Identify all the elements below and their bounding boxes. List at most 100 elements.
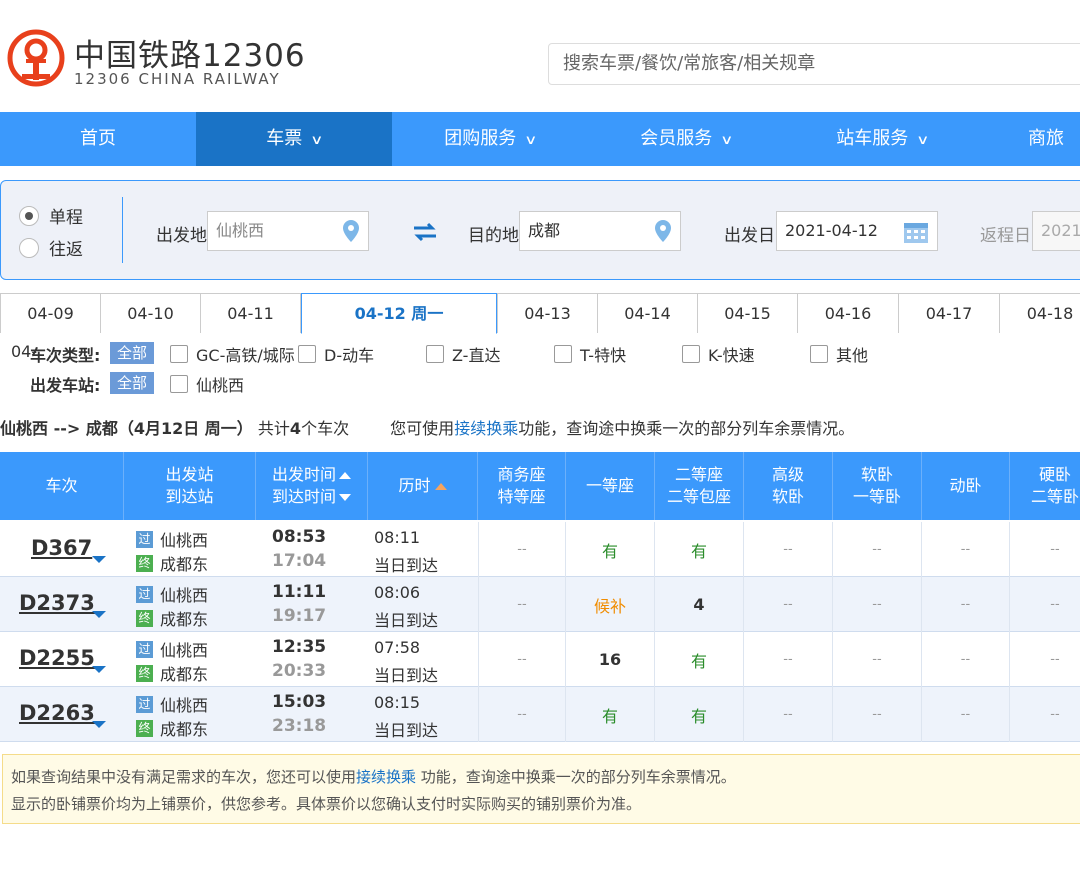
seat-first[interactable]: 有 [602,538,618,562]
seat-hard: -- [1050,597,1060,612]
station-all-chip[interactable]: 全部 [110,372,154,394]
type-checkbox-d[interactable]: D-动车 [298,342,374,366]
date-tab[interactable]: 04-14 [597,293,698,333]
train-number-link[interactable]: D2373 [19,591,95,615]
seat-second[interactable]: 有 [691,703,707,727]
seat-second[interactable]: 有 [691,538,707,562]
seat-hard: -- [1050,707,1060,722]
date-tab[interactable]: 04-09 [0,293,101,333]
station-checkbox[interactable]: 仙桃西 [170,372,244,396]
seat-first[interactable]: 16 [599,650,621,669]
seat-soft: -- [872,652,882,667]
railway-logo-icon[interactable] [6,28,66,88]
seat-hard: -- [1050,652,1060,667]
nav-home[interactable]: 首页 [0,112,196,166]
checkbox-icon [810,345,828,363]
terminal-badge: 终 [136,609,153,627]
to-station: 成都东 [160,665,209,684]
depart-date-value: 2021-04-12 [785,221,878,240]
trip-one-way-radio[interactable]: 单程 [19,203,83,228]
col-duration[interactable]: 历时 [368,452,478,520]
to-station-input[interactable]: 成都 [519,211,681,251]
nav-group-service[interactable]: 团购服务 ∨ [392,112,588,166]
date-tab[interactable]: 04-18 [999,293,1080,333]
table-row: D367 过仙桃西 终成都东 08:53 17:04 08:11 当日到达 --… [0,522,1080,577]
duration: 08:11 [374,528,421,547]
nav-station-service[interactable]: 站车服务 ∨ [784,112,980,166]
col-train: 车次 [0,452,124,520]
chevron-down-icon[interactable] [92,666,106,673]
route-summary: 仙桃西 --> 成都（4月12日 周一） [0,419,253,438]
trip-round-radio[interactable]: 往返 [19,235,83,260]
chevron-down-icon: ∨ [310,133,324,148]
seat-adv-soft: -- [783,542,793,557]
type-checkbox-label: T-特快 [580,346,627,365]
type-checkbox-other[interactable]: 其他 [810,342,868,366]
type-checkbox-z[interactable]: Z-直达 [426,342,500,366]
date-tab[interactable]: 04-17 [898,293,1000,333]
total-prefix: 共计 [257,419,290,438]
seat-first[interactable]: 有 [602,703,618,727]
terminal-badge: 终 [136,664,153,682]
checkbox-icon [554,345,572,363]
date-tab[interactable]: 04-15 [697,293,798,333]
location-pin-icon [655,220,671,242]
seat-business: -- [517,597,527,612]
nav-business-travel[interactable]: 商旅 [980,112,1080,166]
table-row: D2255 过仙桃西 终成都东 12:35 20:33 07:58 当日到达 -… [0,632,1080,687]
chevron-down-icon[interactable] [92,556,106,563]
chevron-down-icon[interactable] [92,721,106,728]
sort-asc-icon[interactable] [339,472,351,479]
date-tab-selected[interactable]: 04-12 周一 [301,293,497,334]
return-date-input[interactable]: 2021- [1032,211,1080,251]
type-checkbox-label: D-动车 [324,346,375,365]
swap-stations-icon[interactable] [412,221,438,243]
nav-tickets-label: 车票 [266,128,303,149]
from-station-input[interactable]: 仙桃西 [207,211,369,251]
checkbox-icon [298,345,316,363]
date-tab[interactable]: 04-11 [200,293,301,333]
type-checkbox-label: GC-高铁/城际 [196,346,295,365]
type-checkbox-t[interactable]: T-特快 [554,342,626,366]
radio-unchecked-icon [19,237,39,258]
train-type-all-chip[interactable]: 全部 [110,342,154,364]
site-search-input[interactable]: 搜索车票/餐饮/常旅客/相关规章 [548,43,1080,85]
col-times[interactable]: 出发时间 到达时间 [256,452,368,520]
depart-date-input[interactable]: 2021-04-12 [776,211,938,251]
train-number-link[interactable]: D2255 [19,646,95,670]
seat-soft: -- [872,707,882,722]
nav-member-service[interactable]: 会员服务 ∨ [588,112,784,166]
seat-moving: -- [960,707,971,722]
date-tab[interactable]: 04-10 [100,293,201,333]
type-checkbox-gc[interactable]: GC-高铁/城际 [170,342,295,366]
type-checkbox-k[interactable]: K-快速 [682,342,755,366]
type-checkbox-label: 其他 [836,346,869,365]
result-summary: 仙桃西 --> 成都（4月12日 周一） 共计4个车次 您可使用接续换乘功能，查… [0,415,854,439]
seat-business: -- [517,707,527,722]
chevron-down-icon: ∨ [916,133,930,148]
seat-first[interactable]: 候补 [594,593,626,617]
brand-subtitle: 12306 CHINA RAILWAY [74,70,281,88]
arrive-note: 当日到达 [374,556,439,575]
checkbox-icon [682,345,700,363]
duration: 07:58 [374,638,421,657]
transfer-link[interactable]: 接续换乘 [454,419,518,438]
col-second-label: 二等座 [674,465,723,484]
seat-second[interactable]: 有 [691,648,707,672]
nav-tickets[interactable]: 车票 ∨ [196,112,392,166]
via-badge: 过 [136,585,153,603]
terminal-badge: 终 [136,554,153,572]
seat-second[interactable]: 4 [693,595,704,614]
seat-moving: -- [960,597,971,612]
chevron-down-icon[interactable] [92,611,106,618]
col-stations: 出发站 到达站 [124,452,256,520]
notice-transfer-link[interactable]: 接续换乘 [356,768,416,786]
date-tab[interactable]: 04-13 [497,293,598,333]
train-number-link[interactable]: D367 [31,536,92,560]
results-table-header: 车次 出发站 到达站 出发时间 到达时间 历时 商务座 特等座 一等座 二等座 二等包座… [0,452,1080,520]
sort-desc-icon[interactable] [339,494,351,501]
brand-name[interactable]: 中国铁路12306 [74,30,306,75]
train-number-link[interactable]: D2263 [19,701,95,725]
tip-prefix: 您可使用 [390,419,455,438]
date-tab[interactable]: 04-16 [797,293,899,333]
